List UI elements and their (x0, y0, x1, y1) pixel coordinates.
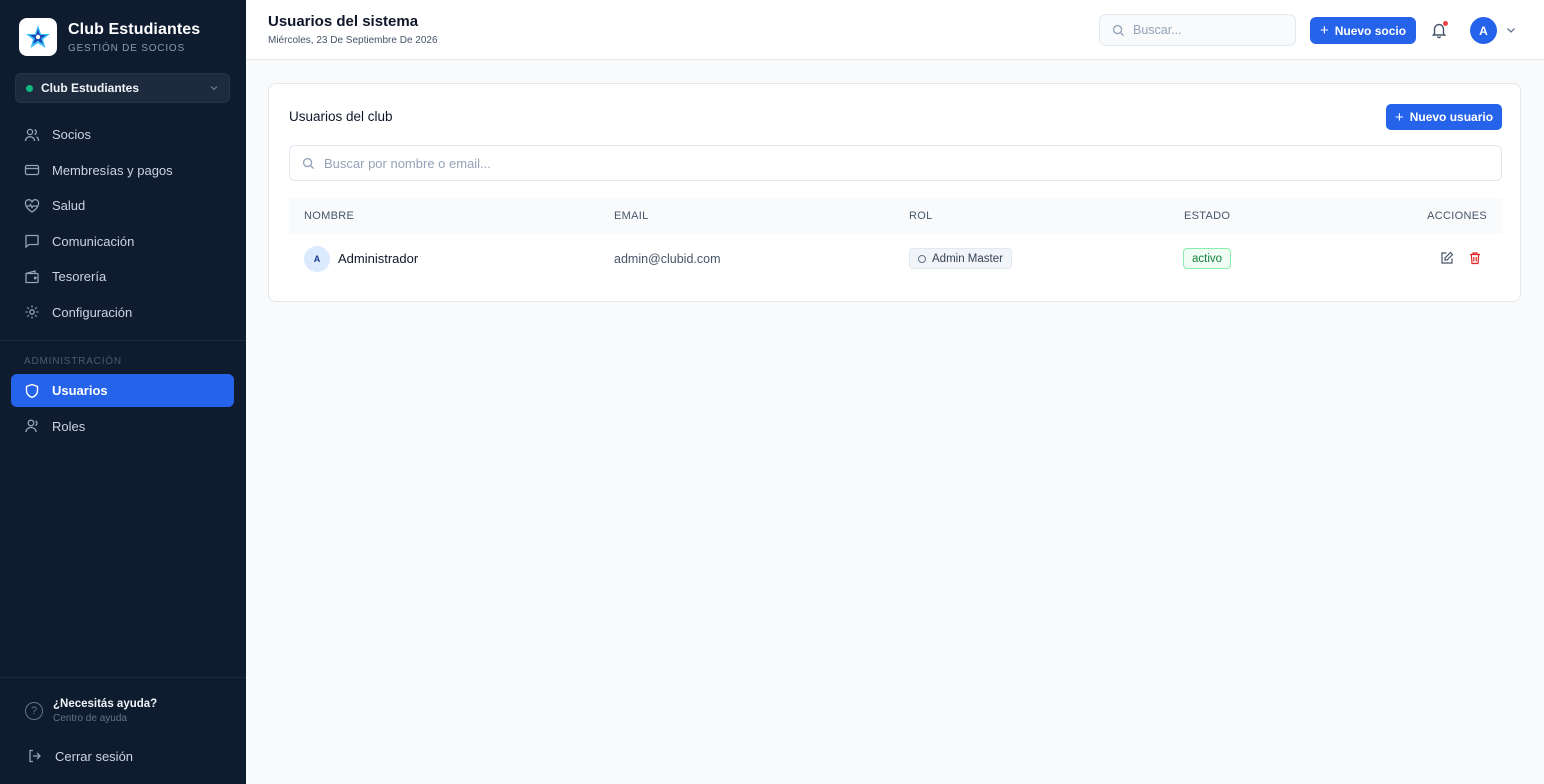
sidebar-item-comunicacion[interactable]: Comunicación (11, 225, 234, 258)
column-header-nombre[interactable]: NOMBRE (304, 210, 354, 222)
heart-pulse-icon (24, 198, 40, 213)
main-nav: Socios Membresías y pagos Salud Comunica… (11, 118, 234, 331)
new-member-button[interactable]: + Nuevo socio (1310, 17, 1416, 44)
help-icon: ? (25, 702, 43, 720)
role-label: Admin Master (932, 252, 1003, 265)
brand-subtitle: GESTIÓN DE SOCIOS (68, 42, 185, 54)
logout-button[interactable]: Cerrar sesión (27, 748, 133, 764)
sidebar-item-label: Tesorería (52, 269, 107, 284)
sidebar-item-label: Configuración (52, 304, 133, 320)
shield-icon (25, 383, 39, 398)
wallet-icon (25, 269, 39, 283)
top-header: Usuarios del sistema Miércoles, 23 De Se… (246, 0, 1544, 60)
new-user-label: Nuevo usuario (1409, 110, 1494, 124)
brand[interactable]: Club Estudiantes GESTIÓN DE SOCIOS (19, 18, 200, 56)
help-title: ¿Necesitás ayuda? (53, 698, 158, 710)
user-email: admin@clubid.com (614, 252, 721, 266)
chevron-down-icon[interactable] (1505, 24, 1517, 36)
gear-icon (25, 305, 39, 319)
admin-section-label: ADMINISTRACIÓN (24, 356, 122, 367)
users-card: Usuarios del club + Nuevo usuario NOMBRE… (268, 83, 1521, 302)
card-title: Usuarios del club (289, 109, 393, 124)
global-search[interactable] (1099, 14, 1296, 46)
role-circle-icon (918, 254, 926, 263)
help-subtitle: Centro de ayuda (53, 713, 127, 724)
admin-nav: Usuarios Roles (11, 374, 234, 445)
sidebar-item-label: Socios (52, 127, 92, 142)
sidebar-item-label: Comunicación (52, 233, 135, 249)
sidebar-item-label: Usuarios (52, 383, 108, 398)
status-dot-icon (26, 84, 33, 92)
sidebar-bottom-divider (0, 677, 246, 678)
search-icon (302, 157, 315, 169)
user-search[interactable] (289, 145, 1502, 181)
plus-icon: + (1394, 108, 1404, 126)
sidebar-item-membresias[interactable]: Membresías y pagos (11, 154, 234, 187)
credit-card-icon (24, 164, 40, 176)
status-badge: activo (1183, 248, 1232, 269)
logout-icon (29, 749, 41, 763)
user-avatar[interactable]: A (1470, 17, 1497, 44)
sidebar-item-roles[interactable]: Roles (11, 410, 234, 443)
club-selector-label: Club Estudiantes (41, 81, 140, 95)
sidebar: Club Estudiantes GESTIÓN DE SOCIOS Club … (0, 0, 246, 784)
user-icon (25, 419, 38, 433)
brand-title: Club Estudiantes (68, 20, 201, 38)
chevron-down-icon (210, 86, 218, 91)
trash-icon[interactable] (1468, 251, 1482, 265)
logout-label: Cerrar sesión (55, 748, 134, 764)
users-icon (24, 128, 40, 141)
plus-icon: + (1319, 22, 1329, 39)
search-icon (1112, 24, 1125, 36)
global-search-input[interactable] (1133, 23, 1283, 37)
edit-icon[interactable] (1440, 251, 1454, 265)
sidebar-item-tesoreria[interactable]: Tesorería (11, 260, 234, 293)
notification-dot (1443, 21, 1448, 26)
user-search-input[interactable] (324, 155, 1474, 171)
new-user-button[interactable]: + Nuevo usuario (1386, 104, 1502, 130)
table-header: NOMBRE EMAIL ROL ESTADO ACCIONES (289, 198, 1502, 234)
column-header-rol[interactable]: ROL (909, 210, 933, 222)
sidebar-item-salud[interactable]: Salud (11, 189, 234, 222)
message-icon (25, 234, 39, 249)
club-selector[interactable]: Club Estudiantes (15, 73, 230, 103)
table-row[interactable]: A Administrador admin@clubid.com Admin M… (289, 234, 1502, 284)
user-name: Administrador (338, 251, 419, 266)
club-logo (19, 18, 57, 56)
page-title: Usuarios del sistema (268, 13, 419, 30)
sidebar-item-usuarios[interactable]: Usuarios (11, 374, 234, 407)
new-member-label: Nuevo socio (1334, 23, 1407, 38)
column-header-estado[interactable]: ESTADO (1184, 210, 1230, 222)
column-header-acciones: ACCIONES (1427, 210, 1487, 222)
sidebar-item-configuracion[interactable]: Configuración (11, 296, 234, 329)
sidebar-divider (0, 340, 246, 341)
help-center-link[interactable]: ? ¿Necesitás ayuda? Centro de ayuda (25, 698, 157, 724)
page-date: Miércoles, 23 De Septiembre De 2026 (268, 35, 438, 46)
sidebar-item-label: Roles (52, 418, 86, 434)
avatar: A (304, 246, 330, 272)
sidebar-item-label: Salud (52, 198, 86, 213)
column-header-email[interactable]: EMAIL (614, 210, 649, 222)
sidebar-item-label: Membresías y pagos (52, 162, 173, 178)
sidebar-item-socios[interactable]: Socios (11, 118, 234, 151)
role-badge: Admin Master (909, 248, 1012, 269)
